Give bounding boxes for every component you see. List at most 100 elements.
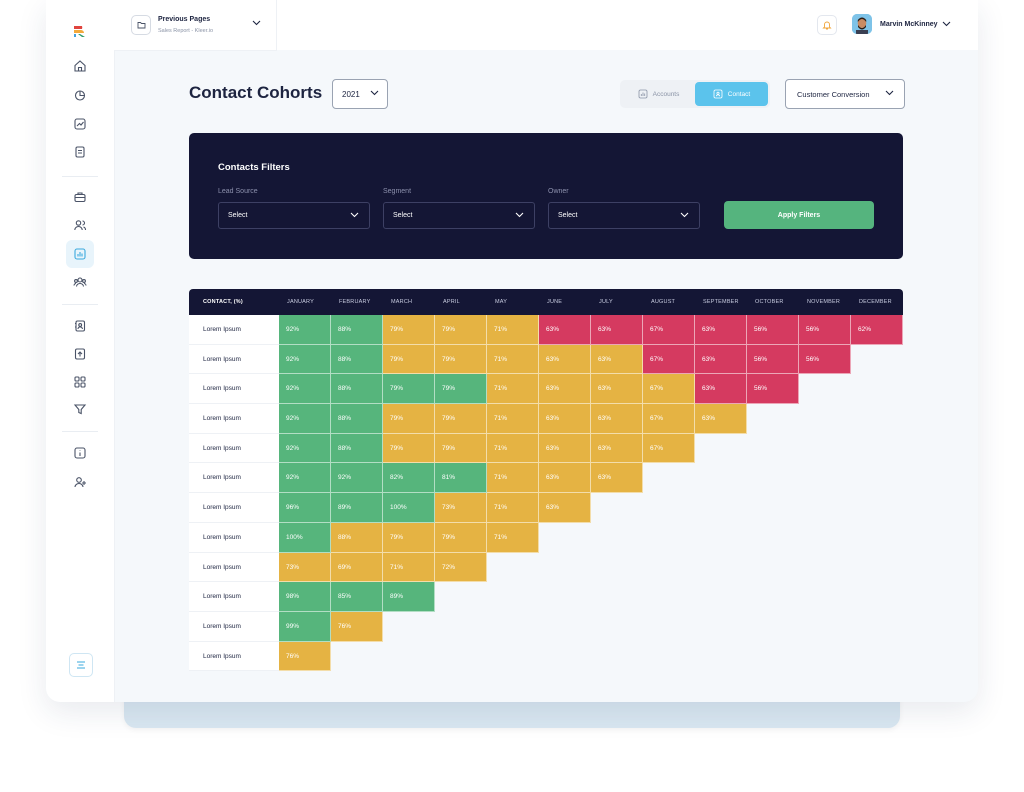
cohort-cell-value: 71% (494, 504, 508, 512)
chevron-down-icon (885, 90, 894, 96)
cohort-cell-value: 63% (702, 415, 716, 423)
table-row: Lorem Ipsum 99% 76% (189, 611, 903, 642)
row-label-text: Lorem Ipsum (203, 415, 241, 423)
upload-icon[interactable] (66, 340, 94, 368)
cohort-cell-value: 69% (338, 563, 352, 571)
cohort-cell: 92% (279, 374, 331, 405)
cohort-cell-value: 56% (754, 355, 768, 363)
cohort-cell-value: 63% (546, 355, 560, 363)
cohort-cell-value: 71% (494, 415, 508, 423)
folder-icon (131, 15, 151, 35)
cohort-cell: 72% (435, 552, 487, 583)
row-label-text: Lorem Ipsum (203, 385, 241, 393)
cohort-cell-value: 79% (442, 326, 456, 333)
row-label-text: Lorem Ipsum (203, 622, 241, 630)
owner-value: Select (558, 212, 578, 219)
owner-label: Owner (548, 188, 569, 195)
filters-title: Contacts Filters (218, 162, 290, 173)
cohort-cell-value: 56% (806, 326, 820, 333)
team-icon[interactable] (66, 268, 94, 296)
cohort-cell: 92% (279, 404, 331, 434)
cohort-cell: 100% (383, 493, 435, 523)
segment-value: Select (393, 212, 413, 219)
cohort-cell-value: 76% (286, 652, 300, 660)
table-row: Lorem Ipsum 76% (189, 641, 903, 672)
owner-select[interactable]: Select (548, 202, 700, 229)
pie-chart-icon[interactable] (66, 81, 94, 109)
table-row: Lorem Ipsum 96% 89% 100% 73% 71% 63% (189, 493, 903, 523)
header-month: JULY (599, 299, 613, 305)
apply-filters-button[interactable]: Apply Filters (724, 201, 874, 229)
cohort-cell: 73% (279, 552, 331, 583)
cohort-cell-value: 99% (286, 622, 300, 630)
home-icon[interactable] (66, 52, 94, 80)
cohort-cell: 56% (747, 374, 799, 405)
cohort-cell-value: 85% (338, 593, 352, 601)
previous-pages-dropdown[interactable]: Previous Pages Sales Report - Kleer.io (114, 0, 277, 51)
info-icon[interactable] (66, 439, 94, 467)
cohort-cell: 88% (331, 374, 383, 405)
row-label: Lorem Ipsum (189, 374, 279, 405)
cohort-cell: 92% (279, 344, 331, 375)
tab-contact[interactable]: Contact (695, 82, 768, 106)
user-name[interactable]: Marvin McKinney (880, 21, 938, 28)
lead-source-value: Select (228, 212, 248, 219)
table-row: Lorem Ipsum 92% 88% 79% 79% 71% 63% 63% 67% 63% 56… (189, 315, 903, 345)
header-month: NOVEMBER (807, 299, 841, 305)
document-icon[interactable] (66, 138, 94, 166)
notification-bell-button[interactable] (817, 15, 837, 35)
tab-accounts[interactable]: Accounts (622, 82, 695, 106)
cohort-cell: 92% (331, 463, 383, 494)
filter-icon[interactable] (66, 395, 94, 423)
cohort-cell: 88% (331, 344, 383, 375)
year-select[interactable]: 2021 (332, 79, 388, 109)
cohort-cell: 81% (435, 463, 487, 494)
cohort-cell: 79% (435, 433, 487, 464)
menu-lines-icon (77, 661, 85, 669)
conversion-select[interactable]: Customer Conversion (785, 79, 905, 109)
cohort-cell-value: 88% (338, 444, 352, 452)
segment-select[interactable]: Select (383, 202, 535, 229)
cohort-cell: 73% (435, 493, 487, 523)
cohort-cell: 92% (279, 463, 331, 494)
contact-book-icon[interactable] (66, 312, 94, 340)
chart-icon (638, 89, 648, 99)
grid-icon[interactable] (66, 368, 94, 396)
table-row: Lorem Ipsum 92% 88% 79% 79% 71% 63% 63% 67% 63% (189, 404, 903, 434)
cohort-cell-value: 63% (598, 326, 612, 333)
cohort-cell: 63% (539, 463, 591, 494)
cohort-cell-value: 79% (442, 355, 456, 363)
users-icon[interactable] (66, 211, 94, 239)
cohort-cell: 62% (851, 315, 903, 345)
cohort-cell: 79% (383, 404, 435, 434)
row-label-text: Lorem Ipsum (203, 563, 241, 571)
chevron-down-icon[interactable] (942, 21, 951, 27)
cohort-cell: 63% (591, 433, 643, 464)
cohort-cell-value: 92% (286, 415, 300, 423)
row-label: Lorem Ipsum (189, 344, 279, 375)
cohort-cell-value: 89% (338, 504, 352, 512)
cohort-cell: 63% (591, 404, 643, 434)
cohorts-report-icon[interactable] (66, 240, 94, 268)
briefcase-icon[interactable] (66, 183, 94, 211)
chevron-down-icon (350, 212, 359, 218)
cohort-cell: 63% (695, 315, 747, 345)
cohort-cell: 88% (331, 315, 383, 345)
cohort-cell-value: 63% (598, 385, 612, 393)
lead-source-select[interactable]: Select (218, 202, 370, 229)
header-month: FEBRUARY (339, 299, 371, 305)
row-label-text: Lorem Ipsum (203, 504, 241, 512)
conversion-select-value: Customer Conversion (797, 90, 870, 99)
sidebar-divider (62, 431, 98, 432)
table-row: Lorem Ipsum 92% 88% 79% 79% 71% 63% 63% 67% 63% 56… (189, 374, 903, 405)
header-month: AUGUST (651, 299, 676, 305)
row-label: Lorem Ipsum (189, 463, 279, 494)
sidebar-collapse-button[interactable] (69, 653, 93, 677)
add-user-icon[interactable] (66, 468, 94, 496)
cohort-cell-value: 82% (390, 474, 404, 482)
page-title: Contact Cohorts (189, 83, 323, 102)
chevron-down-icon (370, 90, 379, 96)
cohort-cell: 82% (383, 463, 435, 494)
trend-chart-icon[interactable] (66, 110, 94, 138)
avatar[interactable] (852, 14, 872, 34)
